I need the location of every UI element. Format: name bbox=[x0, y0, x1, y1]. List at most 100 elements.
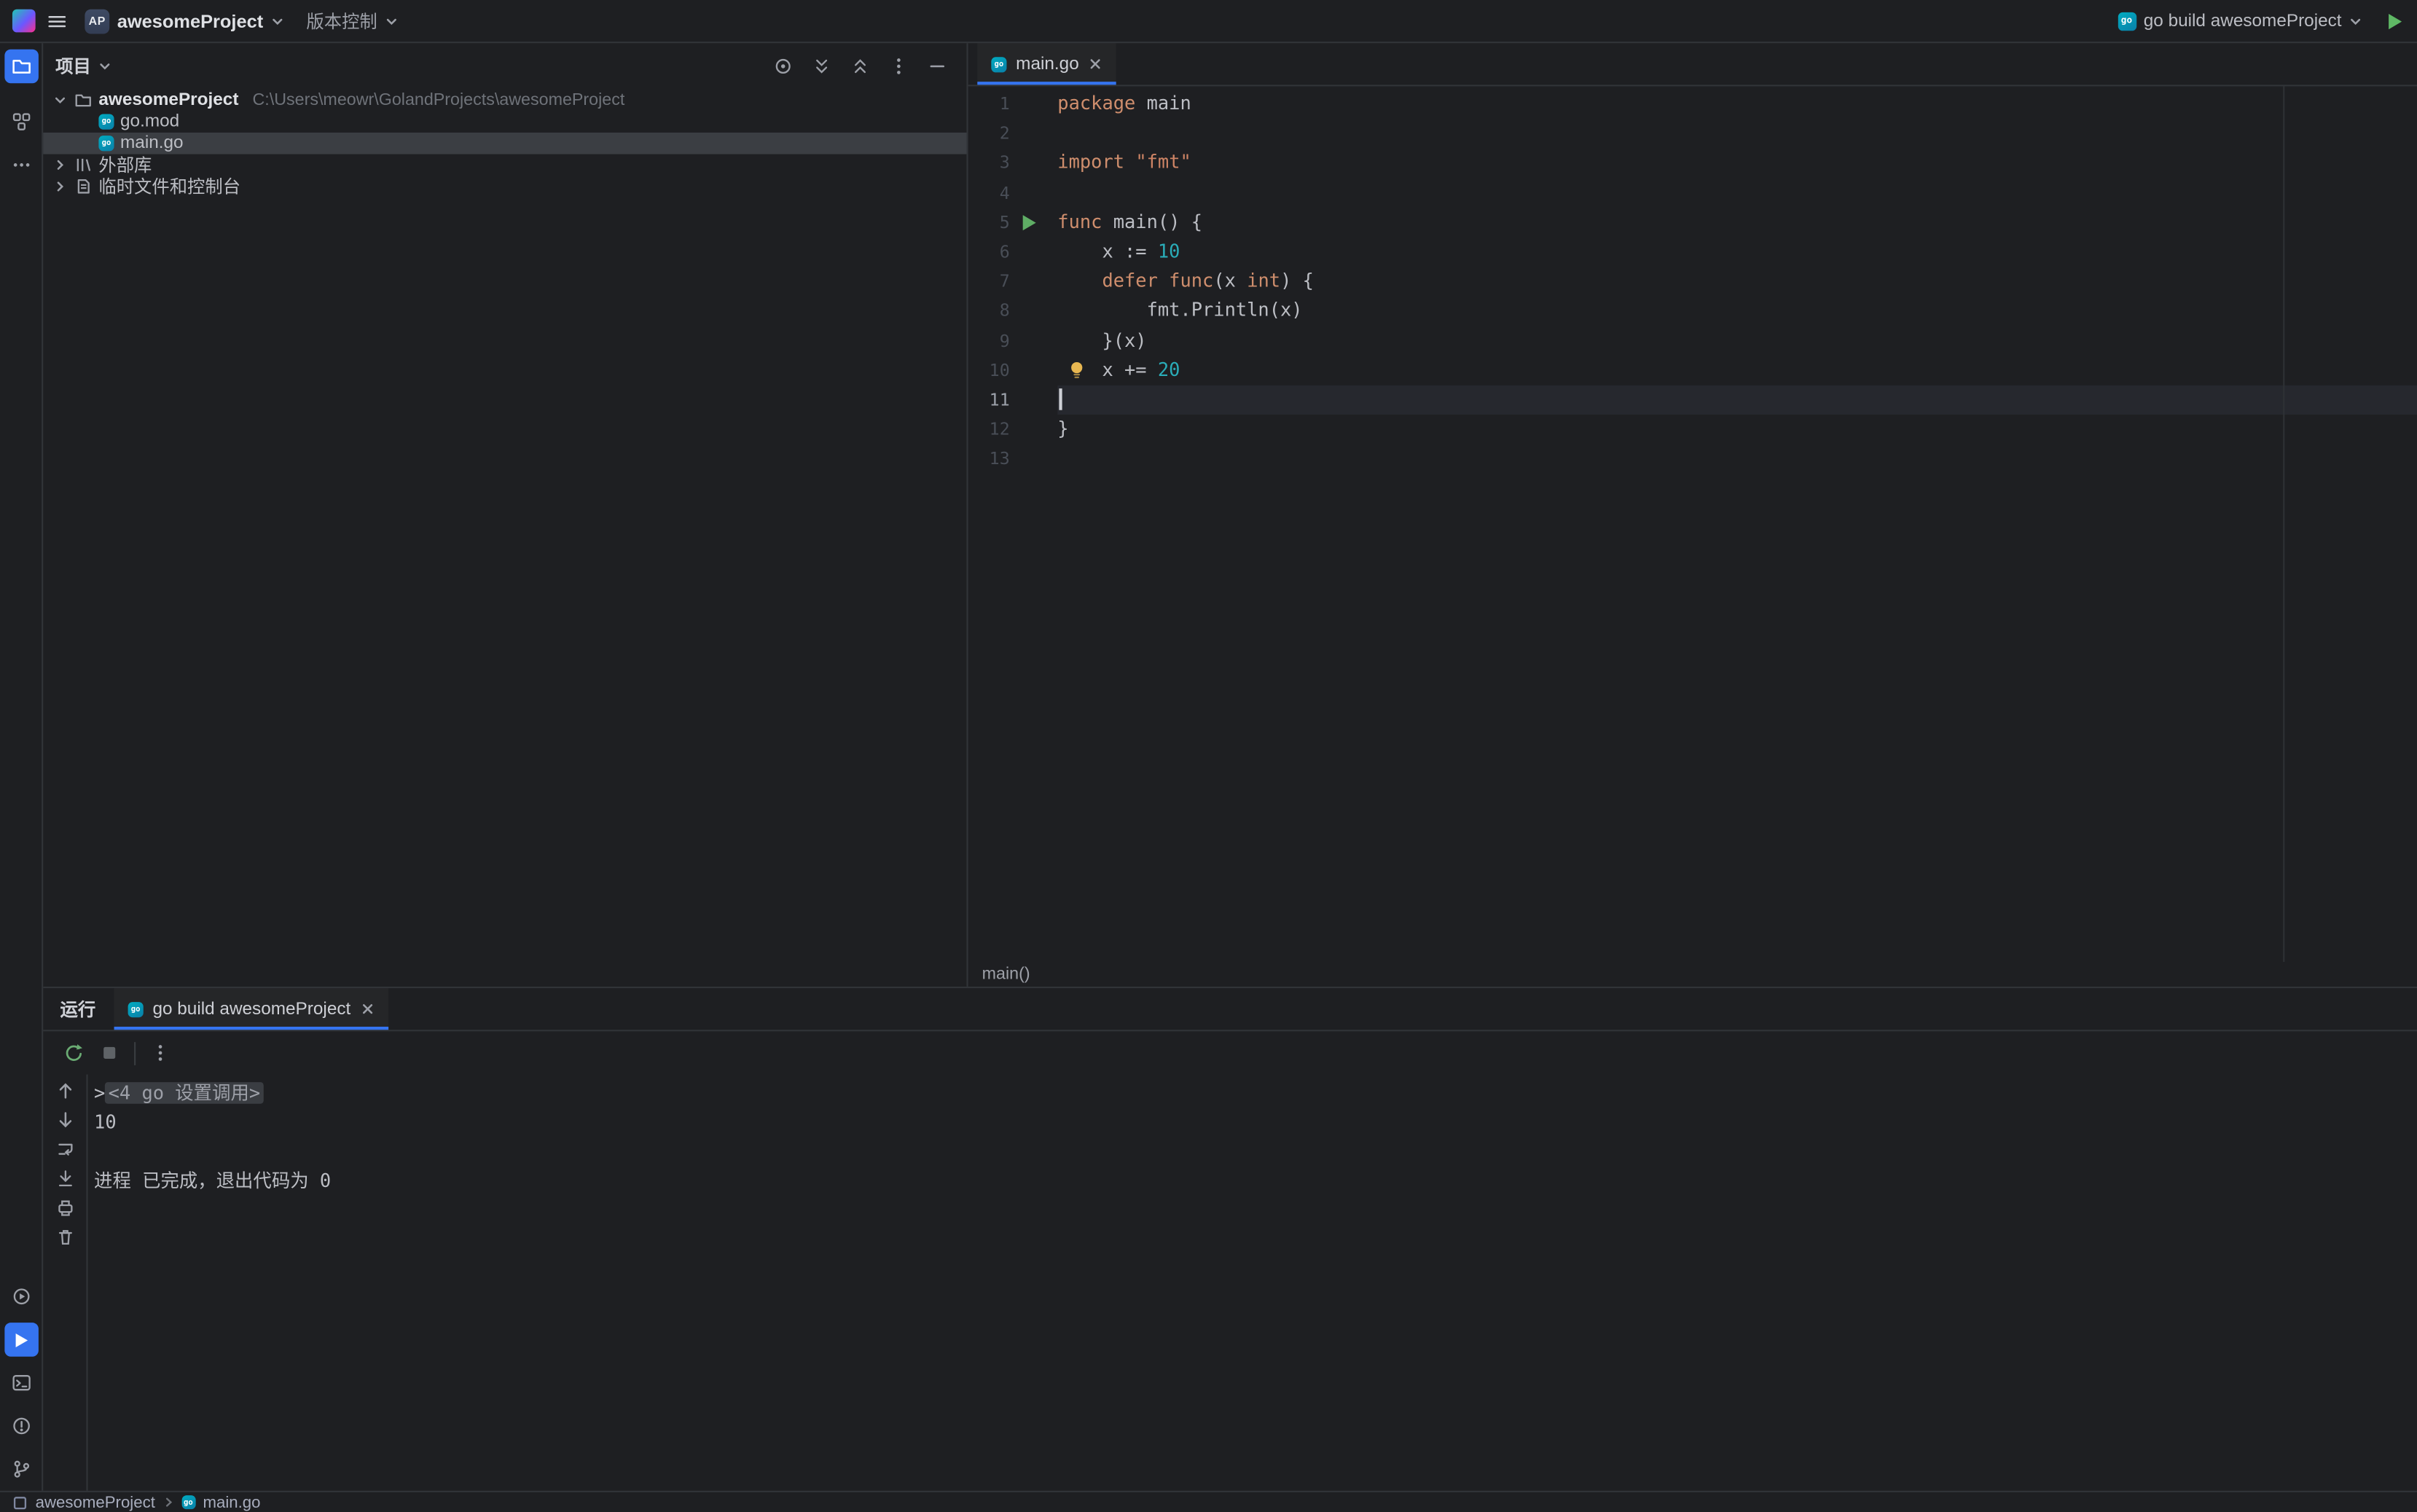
line-number[interactable]: 4 bbox=[968, 178, 1010, 208]
line-number[interactable]: 6 bbox=[968, 238, 1010, 267]
project-panel-title[interactable]: 项目 bbox=[55, 54, 91, 79]
code-line-text[interactable]: fmt.Println(x) bbox=[1057, 297, 2417, 326]
code-line[interactable]: 3 import "fmt" bbox=[968, 149, 2417, 179]
code-line-text[interactable]: func main() { bbox=[1057, 208, 2417, 238]
arrow-up-icon[interactable] bbox=[55, 1081, 75, 1101]
active-tab-underline bbox=[114, 1027, 388, 1030]
go-file-icon: go bbox=[991, 56, 1006, 71]
code-line[interactable]: 13 bbox=[968, 444, 2417, 474]
chevron-collapsed-icon[interactable] bbox=[52, 181, 68, 193]
line-number[interactable]: 11 bbox=[968, 385, 1010, 415]
line-number[interactable]: 1 bbox=[968, 90, 1010, 120]
collapse-all-icon[interactable] bbox=[850, 55, 871, 77]
options-kebab-icon[interactable] bbox=[888, 55, 910, 77]
intention-bulb-icon[interactable] bbox=[1068, 361, 1085, 379]
code-line-text[interactable] bbox=[1057, 119, 2417, 149]
problems-tool-window-button[interactable] bbox=[4, 1409, 38, 1444]
line-number[interactable]: 10 bbox=[968, 356, 1010, 385]
line-number[interactable]: 5 bbox=[968, 208, 1010, 238]
code-line-text[interactable] bbox=[1057, 385, 2417, 415]
git-tool-window-button[interactable] bbox=[4, 1452, 38, 1486]
line-number[interactable]: 7 bbox=[968, 267, 1010, 297]
terminal-tool-window-button[interactable] bbox=[4, 1366, 38, 1400]
console-line-command[interactable]: ><4 go 设置调用> bbox=[94, 1079, 2417, 1108]
code-line[interactable]: 2 bbox=[968, 119, 2417, 149]
chevron-down-icon[interactable] bbox=[98, 60, 111, 73]
run-button[interactable] bbox=[2383, 10, 2405, 32]
code-line[interactable]: 6 x := 10 bbox=[968, 238, 2417, 267]
line-number[interactable]: 13 bbox=[968, 444, 1010, 474]
clear-console-icon[interactable] bbox=[55, 1227, 75, 1247]
gutter bbox=[1010, 297, 1058, 326]
code-line[interactable]: 12} bbox=[968, 415, 2417, 444]
breadcrumb-scope[interactable]: main() bbox=[982, 965, 1030, 983]
code-line-text[interactable]: import "fmt" bbox=[1057, 149, 2417, 179]
project-tool-window-button[interactable] bbox=[4, 50, 38, 84]
gutter bbox=[1010, 444, 1058, 474]
code-line-text[interactable]: x += 20 bbox=[1057, 356, 2417, 385]
project-widget[interactable]: AP awesomeProject bbox=[79, 5, 289, 36]
code-line[interactable]: 5 func main() { bbox=[968, 208, 2417, 238]
toolbar-separator bbox=[134, 1041, 136, 1065]
expand-all-icon[interactable] bbox=[811, 55, 833, 77]
library-icon bbox=[74, 156, 93, 174]
code-line[interactable]: 10 x += 20 bbox=[968, 356, 2417, 385]
close-tab-icon[interactable] bbox=[1088, 57, 1102, 71]
structure-tool-window-button[interactable] bbox=[4, 105, 38, 139]
tree-item-external-libraries[interactable]: 外部库 bbox=[43, 154, 966, 176]
chevron-expanded-icon[interactable] bbox=[52, 94, 68, 106]
line-number[interactable]: 8 bbox=[968, 297, 1010, 326]
code-line[interactable]: 8 fmt.Println(x) bbox=[968, 297, 2417, 326]
console-folded-region[interactable]: <4 go 设置调用> bbox=[105, 1082, 263, 1104]
line-number[interactable]: 12 bbox=[968, 415, 1010, 444]
vcs-widget[interactable]: 版本控制 bbox=[300, 5, 404, 36]
breadcrumb[interactable]: main() bbox=[968, 962, 2417, 987]
code-line-text[interactable]: package main bbox=[1057, 90, 2417, 120]
services-tool-window-button[interactable] bbox=[4, 1280, 38, 1314]
status-breadcrumb-file[interactable]: main.go bbox=[203, 1493, 260, 1511]
code-line-text[interactable]: defer func(x int) { bbox=[1057, 267, 2417, 297]
tree-item-project-root[interactable]: awesomeProject C:\Users\meowr\GolandProj… bbox=[43, 90, 966, 111]
code-line-text[interactable] bbox=[1057, 444, 2417, 474]
code-line[interactable]: 4 bbox=[968, 178, 2417, 208]
gutter bbox=[1010, 415, 1058, 444]
rerun-button[interactable] bbox=[63, 1042, 85, 1064]
console-line-exit: 进程 已完成，退出代码为 0 bbox=[94, 1167, 2417, 1196]
code-line-text[interactable] bbox=[1057, 178, 2417, 208]
tree-item-gomod[interactable]: go go.mod bbox=[43, 111, 966, 133]
soft-wrap-icon[interactable] bbox=[55, 1139, 75, 1159]
chevron-collapsed-icon[interactable] bbox=[52, 159, 68, 171]
code-line-text[interactable]: }(x) bbox=[1057, 326, 2417, 356]
tree-item-scratches[interactable]: 临时文件和控制台 bbox=[43, 176, 966, 197]
run-gutter-icon[interactable] bbox=[1010, 208, 1058, 238]
tree-item-maingo[interactable]: go main.go bbox=[43, 133, 966, 154]
active-tab-underline bbox=[977, 82, 1116, 85]
line-number[interactable]: 3 bbox=[968, 149, 1010, 179]
editor-tab-maingo[interactable]: go main.go bbox=[977, 43, 1116, 85]
code-line-text[interactable]: } bbox=[1057, 415, 2417, 444]
gutter bbox=[1010, 119, 1058, 149]
code-line[interactable]: 7 defer func(x int) { bbox=[968, 267, 2417, 297]
close-tab-icon[interactable] bbox=[360, 1002, 374, 1016]
arrow-down-icon[interactable] bbox=[55, 1110, 75, 1130]
console-output[interactable]: ><4 go 设置调用>10 进程 已完成，退出代码为 0 bbox=[88, 1075, 2417, 1491]
run-tab[interactable]: go go build awesomeProject bbox=[114, 988, 388, 1030]
scroll-to-end-icon[interactable] bbox=[55, 1169, 75, 1189]
code-line[interactable]: 11 bbox=[968, 385, 2417, 415]
hamburger-menu-icon[interactable] bbox=[46, 10, 68, 32]
print-icon[interactable] bbox=[55, 1198, 75, 1218]
code-editor[interactable]: 1 package main 23 import "fmt" 45 func main()… bbox=[968, 86, 2417, 962]
locate-file-icon[interactable] bbox=[772, 55, 794, 77]
hide-panel-icon[interactable] bbox=[926, 55, 948, 77]
line-number[interactable]: 2 bbox=[968, 119, 1010, 149]
status-breadcrumb-project[interactable]: awesomeProject bbox=[36, 1493, 155, 1511]
stop-button[interactable] bbox=[98, 1042, 120, 1064]
more-options-kebab-icon[interactable] bbox=[149, 1042, 171, 1064]
run-configuration-selector[interactable]: go go build awesomeProject bbox=[2111, 9, 2367, 34]
more-tool-windows-button[interactable] bbox=[4, 148, 38, 182]
run-tool-window-button[interactable] bbox=[4, 1323, 38, 1357]
code-line-text[interactable]: x := 10 bbox=[1057, 238, 2417, 267]
code-line[interactable]: 1 package main bbox=[968, 90, 2417, 120]
line-number[interactable]: 9 bbox=[968, 326, 1010, 356]
code-line[interactable]: 9 }(x) bbox=[968, 326, 2417, 356]
